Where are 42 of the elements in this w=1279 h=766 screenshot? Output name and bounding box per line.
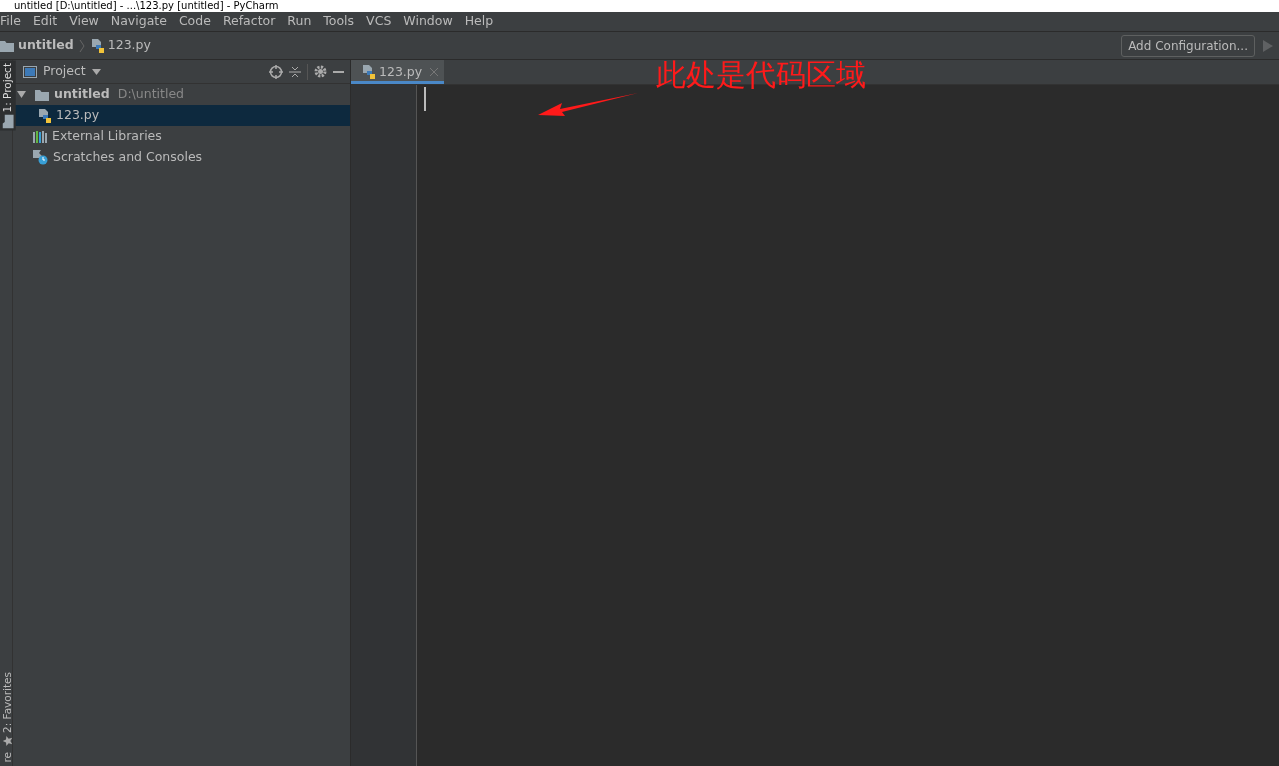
tool-window-tab[interactable]: 2: Favorites: [0, 672, 16, 734]
annotation-text: 此处是代码区域: [656, 56, 866, 94]
menu-item[interactable]: View: [63, 12, 105, 31]
tree-item[interactable]: untitled D:\untitled: [13, 84, 350, 105]
python-file-icon: [361, 65, 375, 79]
python-file-icon: [89, 38, 104, 53]
text-cursor: [424, 87, 426, 111]
window-title: untitled [D:\untitled] - ...\123.py [untitled] - PyCharm: [0, 0, 1279, 12]
breadcrumb-item[interactable]: untitled: [18, 36, 74, 55]
crosshair-icon: [269, 64, 283, 79]
tree-item[interactable]: 123.py: [13, 105, 350, 126]
close-icon: [430, 68, 439, 76]
scratch-icon: [33, 150, 48, 165]
chevron-icon: [78, 38, 85, 53]
collapse-all-icon: [289, 65, 301, 78]
add-configuration-button[interactable]: Add Configuration...: [1121, 34, 1255, 57]
menu-item[interactable]: Refactor: [216, 12, 282, 31]
tool-window-tab[interactable]: re: [0, 752, 16, 763]
library-icon: [33, 130, 47, 143]
menu-item[interactable]: Window: [397, 12, 459, 31]
python-file-icon: [37, 108, 51, 123]
star-icon: [2, 736, 13, 747]
dropdown-caret-icon: [91, 68, 101, 75]
menu-item[interactable]: Navigate: [104, 12, 173, 31]
settings-icon: [314, 65, 327, 78]
menu-item[interactable]: File: [0, 12, 27, 31]
editor-tab[interactable]: 123.py: [351, 60, 445, 84]
menu-item[interactable]: Tools: [317, 12, 361, 31]
menu-item[interactable]: Edit: [26, 12, 64, 31]
tree-item[interactable]: Scratches and Consoles: [13, 147, 350, 168]
tree-item[interactable]: External Libraries: [13, 126, 350, 147]
menu-item[interactable]: Run: [281, 12, 318, 31]
panel-title[interactable]: Project: [43, 62, 86, 81]
menu-item[interactable]: Help: [458, 12, 500, 31]
folder-icon: [35, 88, 49, 101]
panel-icon: [23, 65, 37, 78]
menu-item[interactable]: VCS: [360, 12, 398, 31]
breadcrumb-item[interactable]: 123.py: [107, 36, 151, 55]
run-icon[interactable]: [1263, 39, 1273, 52]
minimize-icon: [333, 70, 344, 73]
folder-icon: [0, 39, 14, 52]
menu-item[interactable]: Code: [172, 12, 217, 31]
